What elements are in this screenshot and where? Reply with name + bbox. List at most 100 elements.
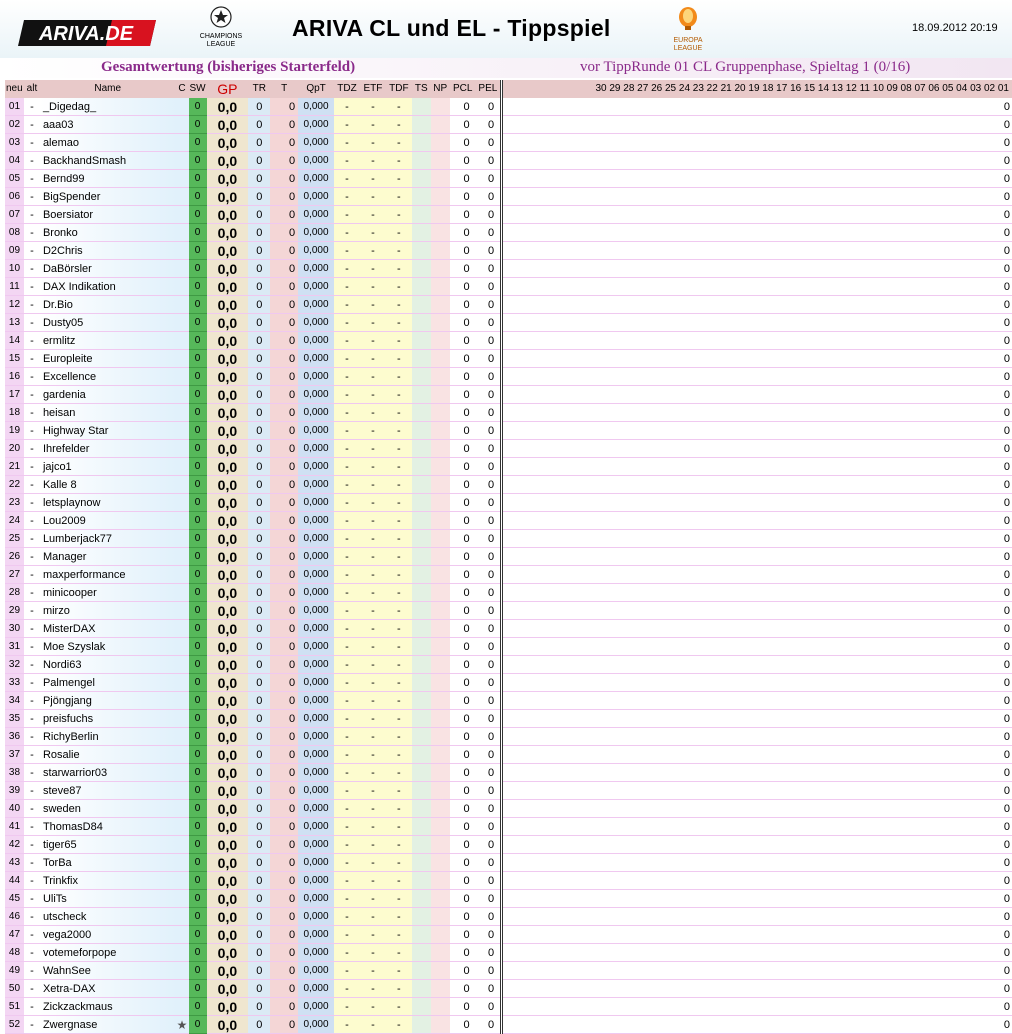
etf-cell: - bbox=[359, 493, 386, 512]
player-name[interactable]: BigSpender bbox=[39, 187, 176, 206]
player-name[interactable]: TorBa bbox=[39, 853, 176, 872]
col-header-gp[interactable]: GP bbox=[206, 80, 249, 98]
col-header-pel[interactable]: PEL bbox=[475, 80, 504, 98]
player-name[interactable]: Lumberjack77 bbox=[39, 529, 176, 548]
player-name[interactable]: Dusty05 bbox=[39, 313, 176, 332]
player-name[interactable]: Ihrefelder bbox=[39, 439, 176, 458]
rank-cell: 23 bbox=[5, 493, 24, 512]
player-name[interactable]: Nordi63 bbox=[39, 655, 176, 674]
player-name[interactable]: vega2000 bbox=[39, 925, 176, 944]
np-cell bbox=[430, 763, 450, 782]
player-name[interactable]: Excellence bbox=[39, 367, 176, 386]
tdz-cell: - bbox=[334, 295, 360, 314]
etf-cell: - bbox=[359, 241, 386, 260]
tdz-cell: - bbox=[334, 763, 360, 782]
player-name[interactable]: UliTs bbox=[39, 889, 176, 908]
pcl-cell: 0 bbox=[449, 169, 476, 188]
player-name[interactable]: gardenia bbox=[39, 385, 176, 404]
player-name[interactable]: preisfuchs bbox=[39, 709, 176, 728]
tdz-cell: - bbox=[334, 889, 360, 908]
rounds-total-cell: 0 bbox=[501, 349, 1012, 368]
player-name[interactable]: ThomasD84 bbox=[39, 817, 176, 836]
standings-table: neu alt Name C SW GP TR T QpT TDZ ETF TD… bbox=[5, 80, 1012, 1034]
player-name[interactable]: Zwergnase bbox=[39, 1015, 176, 1034]
player-name[interactable]: Trinkfix bbox=[39, 871, 176, 890]
player-name[interactable]: MisterDAX bbox=[39, 619, 176, 638]
player-name[interactable]: Zickzackmaus bbox=[39, 997, 176, 1016]
table-row: 31- Moe Szyslak 0 0,0 0 0 0,000- - -0 0 0 bbox=[5, 637, 1012, 656]
t-cell: 0 bbox=[270, 259, 299, 278]
tdz-cell: - bbox=[334, 619, 360, 638]
pel-cell: 0 bbox=[475, 637, 504, 656]
player-name[interactable]: RichyBerlin bbox=[39, 727, 176, 746]
col-header-qpt[interactable]: QpT bbox=[298, 80, 334, 98]
player-name[interactable]: Moe Szyslak bbox=[39, 637, 176, 656]
player-name[interactable]: mirzo bbox=[39, 601, 176, 620]
player-name[interactable]: votemeforpope bbox=[39, 943, 176, 962]
player-name[interactable]: Pjöngjang bbox=[39, 691, 176, 710]
col-header-sw[interactable]: SW bbox=[188, 80, 207, 98]
player-name[interactable]: WahnSee bbox=[39, 961, 176, 980]
tr-cell: 0 bbox=[248, 1015, 271, 1034]
player-name[interactable]: minicooper bbox=[39, 583, 176, 602]
europa-league-logo: EUROPA LEAGUE bbox=[662, 6, 714, 54]
tr-cell: 0 bbox=[248, 511, 271, 530]
col-header-ts[interactable]: TS bbox=[411, 80, 431, 98]
player-name[interactable]: tiger65 bbox=[39, 835, 176, 854]
np-cell bbox=[430, 817, 450, 836]
player-name[interactable]: steve87 bbox=[39, 781, 176, 800]
player-name[interactable]: BackhandSmash bbox=[39, 151, 176, 170]
player-name[interactable]: sweden bbox=[39, 799, 176, 818]
player-name[interactable]: DAX Indikation bbox=[39, 277, 176, 296]
col-header-pcl[interactable]: PCL bbox=[449, 80, 476, 98]
sw-cell: 0 bbox=[188, 637, 207, 656]
champion-mark bbox=[175, 835, 189, 854]
player-name[interactable]: D2Chris bbox=[39, 241, 176, 260]
player-name[interactable]: DaBörsler bbox=[39, 259, 176, 278]
col-header-c[interactable]: C bbox=[175, 80, 189, 98]
col-header-np[interactable]: NP bbox=[430, 80, 450, 98]
player-name[interactable]: utscheck bbox=[39, 907, 176, 926]
col-header-t[interactable]: T bbox=[270, 80, 299, 98]
rounds-total-cell: 0 bbox=[501, 169, 1012, 188]
player-name[interactable]: heisan bbox=[39, 403, 176, 422]
col-header-name[interactable]: Name bbox=[39, 80, 176, 98]
pcl-cell: 0 bbox=[449, 349, 476, 368]
player-name[interactable]: Rosalie bbox=[39, 745, 176, 764]
col-header-tdz[interactable]: TDZ bbox=[334, 80, 360, 98]
player-name[interactable]: Boersiator bbox=[39, 205, 176, 224]
player-name[interactable]: aaa03 bbox=[39, 115, 176, 134]
col-header-alt[interactable]: alt bbox=[23, 80, 40, 98]
player-name[interactable]: letsplaynow bbox=[39, 493, 176, 512]
rounds-total-cell: 0 bbox=[501, 853, 1012, 872]
ts-cell bbox=[411, 943, 431, 962]
player-name[interactable]: Bronko bbox=[39, 223, 176, 242]
player-name[interactable]: ermlitz bbox=[39, 331, 176, 350]
etf-cell: - bbox=[359, 313, 386, 332]
ariva-logo[interactable]: ARIVA.DE bbox=[16, 18, 160, 48]
col-header-tdf[interactable]: TDF bbox=[385, 80, 412, 98]
player-name[interactable]: starwarrior03 bbox=[39, 763, 176, 782]
player-name[interactable]: Lou2009 bbox=[39, 511, 176, 530]
tdz-cell: - bbox=[334, 547, 360, 566]
col-header-etf[interactable]: ETF bbox=[359, 80, 386, 98]
player-name[interactable]: maxperformance bbox=[39, 565, 176, 584]
player-name[interactable]: Kalle 8 bbox=[39, 475, 176, 494]
player-name[interactable]: alemao bbox=[39, 133, 176, 152]
player-name[interactable]: Europleite bbox=[39, 349, 176, 368]
tdf-cell: - bbox=[385, 619, 412, 638]
pcl-cell: 0 bbox=[449, 799, 476, 818]
player-name[interactable]: Dr.Bio bbox=[39, 295, 176, 314]
tr-cell: 0 bbox=[248, 763, 271, 782]
player-name[interactable]: Palmengel bbox=[39, 673, 176, 692]
player-name[interactable]: Manager bbox=[39, 547, 176, 566]
pcl-cell: 0 bbox=[449, 961, 476, 980]
col-header-tr[interactable]: TR bbox=[248, 80, 271, 98]
player-name[interactable]: Highway Star bbox=[39, 421, 176, 440]
rank-cell: 17 bbox=[5, 385, 24, 404]
player-name[interactable]: Xetra-DAX bbox=[39, 979, 176, 998]
col-header-neu[interactable]: neu bbox=[5, 80, 24, 98]
player-name[interactable]: _Digedag_ bbox=[39, 98, 176, 116]
player-name[interactable]: jajco1 bbox=[39, 457, 176, 476]
player-name[interactable]: Bernd99 bbox=[39, 169, 176, 188]
